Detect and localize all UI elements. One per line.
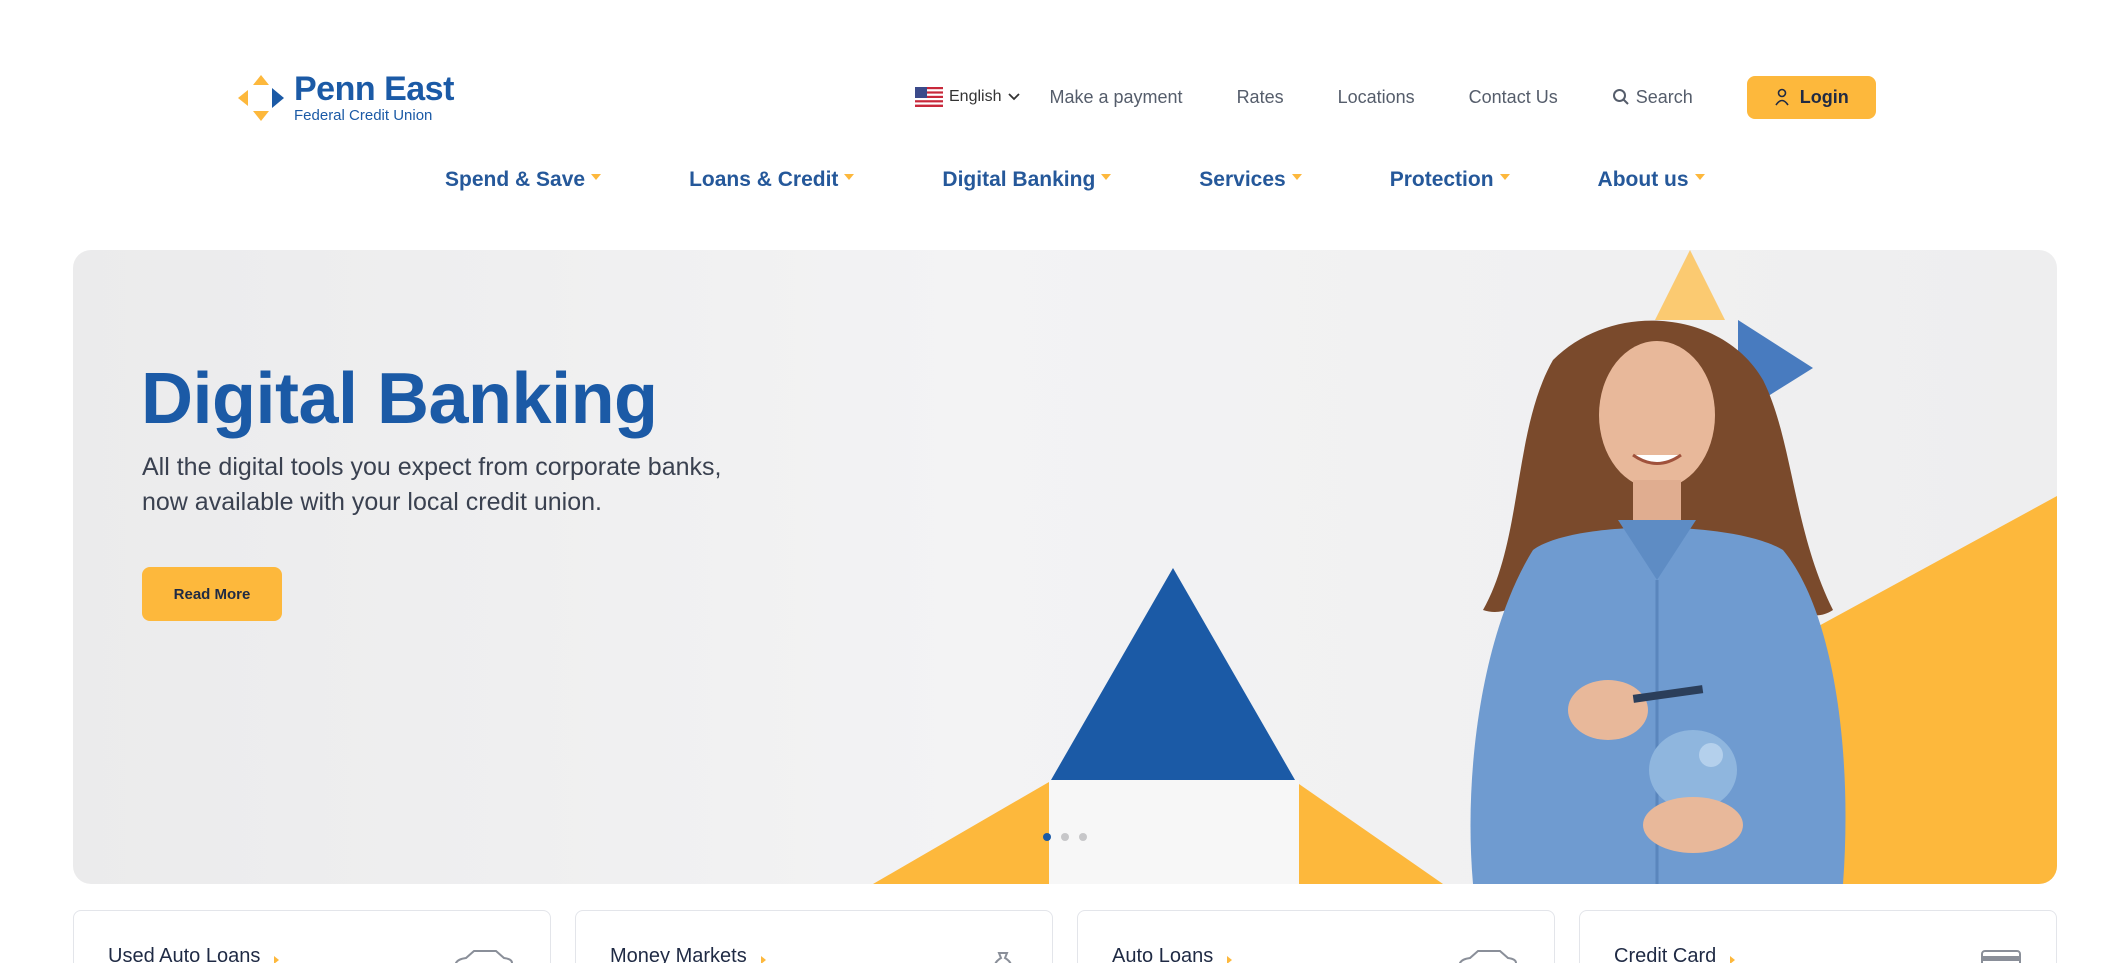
nav-label: About us — [1597, 168, 1689, 191]
arrow-right-icon — [274, 955, 280, 963]
login-button[interactable]: Login — [1746, 75, 1876, 119]
car-icon — [455, 950, 513, 963]
logo-mark-icon — [238, 74, 284, 121]
nav-label: Protection — [1389, 168, 1494, 191]
nav-label: Digital Banking — [942, 168, 1096, 191]
us-flag-icon — [915, 87, 943, 107]
nav-label: Services — [1199, 168, 1286, 191]
nav-digital-banking[interactable]: Digital Banking — [942, 168, 1112, 192]
nav-protection[interactable]: Protection — [1390, 168, 1510, 192]
credit-card-icon — [1981, 950, 2021, 963]
card-label: Credit Card — [1614, 945, 1717, 963]
caret-down-icon — [1291, 174, 1302, 180]
carousel-dots — [1043, 833, 1097, 841]
carousel-dot-1[interactable] — [1043, 833, 1051, 841]
search-icon — [1612, 89, 1629, 105]
logo[interactable]: Penn East Federal Credit Union — [236, 72, 454, 123]
main-nav: Spend & Save Loans & Credit Digital Bank… — [445, 168, 1705, 192]
caret-down-icon — [844, 174, 855, 180]
make-payment-link[interactable]: Make a payment — [1049, 87, 1182, 108]
caret-down-icon — [1694, 174, 1705, 180]
nav-spend-save[interactable]: Spend & Save — [445, 168, 602, 192]
card-credit-card[interactable]: Credit Card — [1579, 910, 2057, 963]
arrow-right-icon — [760, 955, 766, 963]
nav-about-us[interactable]: About us — [1598, 168, 1705, 192]
arrow-right-icon — [1730, 955, 1736, 963]
language-selector[interactable]: English — [915, 87, 1021, 107]
nav-loans-credit[interactable]: Loans & Credit — [689, 168, 855, 192]
car-icon — [1459, 950, 1517, 963]
user-icon — [1775, 88, 1789, 106]
locations-link[interactable]: Locations — [1338, 87, 1415, 108]
hero-subtitle-line-1: All the digital tools you expect from co… — [142, 453, 722, 481]
read-more-button[interactable]: Read More — [142, 567, 282, 621]
brand-subtitle: Federal Credit Union — [294, 107, 433, 124]
quick-links: Used Auto Loans Money Markets $ Auto Loa… — [73, 910, 2081, 963]
hero-title: Digital Banking — [141, 359, 658, 439]
hero-banner: Digital Banking All the digital tools yo… — [73, 250, 2057, 884]
card-label: Used Auto Loans — [108, 945, 261, 963]
language-label: English — [949, 88, 1002, 105]
contact-link[interactable]: Contact Us — [1469, 87, 1558, 108]
nav-label: Loans & Credit — [689, 168, 839, 191]
nav-label: Spend & Save — [445, 168, 586, 191]
card-label: Auto Loans — [1112, 945, 1214, 963]
carousel-dot-3[interactable] — [1079, 833, 1087, 841]
card-used-auto-loans[interactable]: Used Auto Loans — [73, 910, 551, 963]
utility-nav: English Make a payment Rates Locations C… — [915, 75, 1876, 119]
carousel-dot-2[interactable] — [1061, 833, 1069, 841]
arrow-right-icon — [1227, 955, 1233, 963]
card-auto-loans[interactable]: Auto Loans — [1077, 910, 1555, 963]
nav-services[interactable]: Services — [1199, 168, 1302, 192]
card-money-markets[interactable]: Money Markets $ — [575, 910, 1053, 963]
caret-down-icon — [1101, 174, 1112, 180]
card-label: Money Markets — [610, 945, 747, 963]
search-button[interactable]: Search — [1612, 87, 1693, 108]
hero-illustration — [873, 250, 2057, 884]
caret-down-icon — [591, 174, 602, 180]
rates-link[interactable]: Rates — [1237, 87, 1284, 108]
caret-down-icon — [1499, 174, 1510, 180]
hero-subtitle-line-2: now available with your local credit uni… — [142, 488, 602, 516]
hero-subtitle: All the digital tools you expect from co… — [142, 450, 782, 520]
person-photo — [1470, 320, 1846, 884]
search-label: Search — [1635, 86, 1693, 107]
brand-name: Penn East — [294, 70, 454, 108]
chevron-down-icon — [1008, 93, 1021, 101]
money-bag-icon: $ — [994, 952, 1012, 963]
login-label: Login — [1799, 86, 1849, 107]
